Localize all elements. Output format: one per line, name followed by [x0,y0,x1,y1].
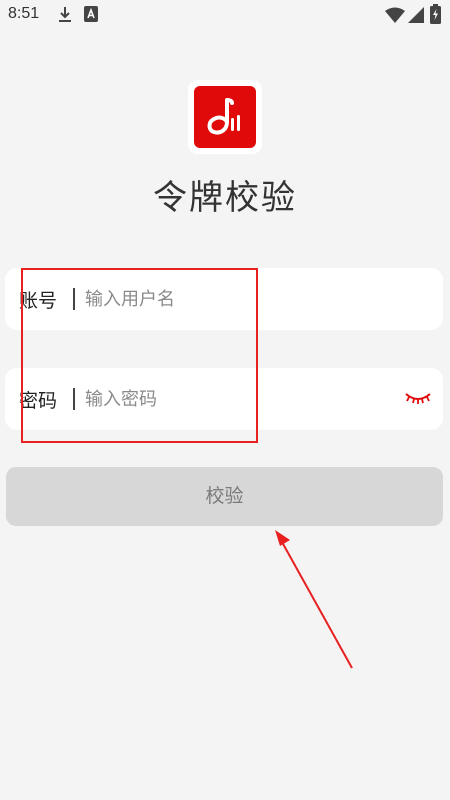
download-icon [59,7,71,22]
verify-button[interactable]: 校验 [6,467,443,526]
status-bar: 8:51 [0,0,450,30]
battery-charging-icon [430,4,441,24]
app-logo [188,80,262,154]
annotation-highlight-box [21,268,258,443]
app-title: 令牌校验 [153,178,297,218]
signal-icon [408,7,424,23]
status-time: 8:51 [8,5,40,22]
eye-closed-icon[interactable] [403,388,433,408]
login-screen: 8:51 令牌校验 账号 输入用户名 密码 校验 [0,0,450,800]
app-logo-icon [207,98,240,135]
wifi-icon [385,7,405,23]
notification-a-icon [84,6,98,22]
